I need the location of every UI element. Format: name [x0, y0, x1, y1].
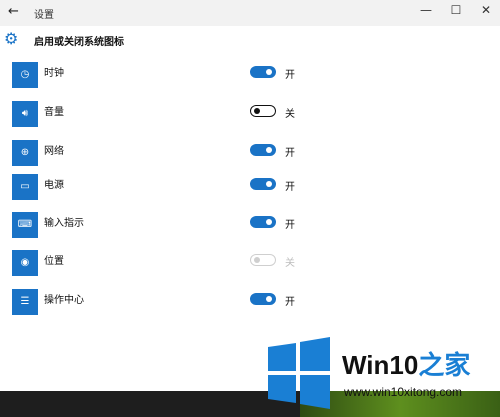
- toggle-state: 开: [285, 148, 295, 159]
- toggle-state: 开: [285, 297, 295, 308]
- location-icon: ◉: [12, 250, 38, 276]
- volume-icon: 🔊︎: [12, 101, 38, 127]
- input-indicator-toggle[interactable]: [250, 216, 276, 228]
- item-label: 网络: [44, 146, 64, 157]
- watermark-url: www.win10xitong.com: [344, 385, 463, 399]
- item-label: 电源: [44, 180, 64, 191]
- toggle-knob: [254, 257, 260, 263]
- item-label: 音量: [44, 107, 64, 118]
- watermark: Win10之家 www.win10xitong.com: [266, 331, 498, 411]
- toggle-knob: [266, 181, 272, 187]
- list-item-action-center: ☰ 操作中心 开: [0, 289, 500, 315]
- location-toggle: [250, 254, 276, 266]
- toggle-knob: [266, 219, 272, 225]
- watermark-brand: Win10之家: [342, 350, 471, 380]
- toggle-knob: [254, 108, 260, 114]
- toggle-state: 开: [285, 220, 295, 231]
- battery-icon: ▭: [12, 174, 38, 200]
- volume-toggle[interactable]: [250, 105, 276, 117]
- toggle-knob: [266, 69, 272, 75]
- toggle-knob: [266, 147, 272, 153]
- page-title: 启用或关闭系统图标: [34, 37, 124, 48]
- list-item-network: ⊕ 网络 开: [0, 140, 500, 166]
- network-toggle[interactable]: [250, 144, 276, 156]
- title-bar: ← 设置 — ☐ ✕: [0, 0, 500, 26]
- minimize-button[interactable]: —: [416, 3, 436, 17]
- back-arrow-icon[interactable]: ←: [8, 4, 19, 19]
- list-item-clock: ◷ 时钟 开: [0, 62, 500, 88]
- action-center-toggle[interactable]: [250, 293, 276, 305]
- toggle-state: 开: [285, 182, 295, 193]
- list-item-input-indicator: ⌨ 输入指示 开: [0, 212, 500, 238]
- toggle-state: 关: [285, 258, 295, 269]
- list-item-power: ▭ 电源 开: [0, 174, 500, 200]
- clock-toggle[interactable]: [250, 66, 276, 78]
- window-title: 设置: [34, 10, 54, 21]
- toggle-knob: [266, 296, 272, 302]
- maximize-button[interactable]: ☐: [446, 3, 466, 17]
- toggle-state: 开: [285, 70, 295, 81]
- close-button[interactable]: ✕: [476, 3, 496, 17]
- item-label: 位置: [44, 256, 64, 267]
- power-toggle[interactable]: [250, 178, 276, 190]
- network-icon: ⊕: [12, 140, 38, 166]
- list-item-location: ◉ 位置 关: [0, 250, 500, 276]
- keyboard-icon: ⌨: [12, 212, 38, 238]
- action-center-icon: ☰: [12, 289, 38, 315]
- item-label: 操作中心: [44, 295, 84, 306]
- item-label: 时钟: [44, 68, 64, 79]
- page-header: ⚙ 启用或关闭系统图标: [0, 28, 500, 50]
- windows-logo-icon: [268, 337, 330, 409]
- item-label: 输入指示: [44, 218, 84, 229]
- list-item-volume: 🔊︎ 音量 关: [0, 101, 500, 127]
- gear-icon: ⚙: [4, 29, 19, 48]
- toggle-state: 关: [285, 109, 295, 120]
- clock-icon: ◷: [12, 62, 38, 88]
